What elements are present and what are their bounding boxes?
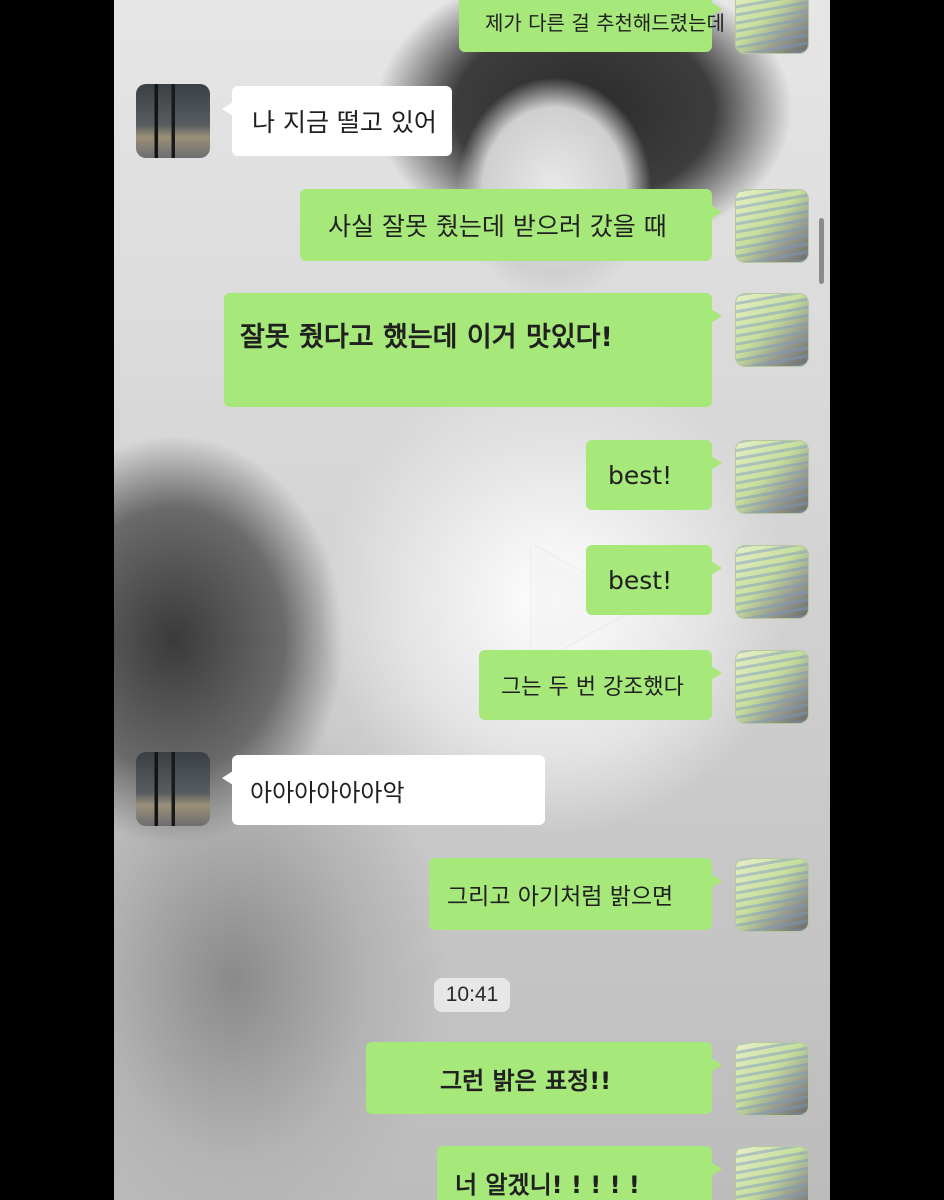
message-text: best!: [608, 460, 673, 490]
message-bubble-sent[interactable]: 그리고 아기처럼 밝으면: [429, 858, 722, 930]
message-bubble-received[interactable]: 나 지금 떨고 있어: [222, 86, 452, 156]
message-text: 나 지금 떨고 있어: [252, 108, 437, 137]
my-avatar[interactable]: [735, 858, 809, 932]
chat-screen: 제가 다른 걸 추천해드렸는데 나 지금 떨고 있어 사실 잘못 줬는데 받으러…: [114, 0, 830, 1200]
message-text: 아아아아아아악: [250, 778, 405, 807]
message-bubble-received[interactable]: 아아아아아아악: [222, 755, 545, 825]
message-bubble-sent[interactable]: 제가 다른 걸 추천해드렸는데: [459, 0, 725, 52]
friend-avatar[interactable]: [136, 84, 210, 158]
scrollbar[interactable]: [819, 218, 824, 284]
message-text: 너 알겠니! ! ! ! !: [455, 1170, 640, 1199]
message-text: 잘못 줬다고 했는데 이거 맛있다!: [240, 322, 613, 353]
my-avatar[interactable]: [735, 293, 809, 367]
message-text: 사실 잘못 줬는데 받으러 갔을 때: [328, 212, 667, 241]
message-text: 그리고 아기처럼 밝으면: [447, 884, 674, 910]
message-bubble-sent[interactable]: 너 알겠니! ! ! ! !: [437, 1146, 722, 1200]
my-avatar[interactable]: [735, 440, 809, 514]
my-avatar[interactable]: [735, 189, 809, 263]
message-bubble-sent[interactable]: 그런 밝은 표정!!: [366, 1042, 722, 1114]
my-avatar[interactable]: [735, 1146, 809, 1200]
message-text: 그는 두 번 강조했다: [501, 675, 684, 700]
message-text: 제가 다른 걸 추천해드렸는데: [485, 10, 725, 35]
message-bubble-sent[interactable]: 잘못 줬다고 했는데 이거 맛있다!: [224, 293, 722, 407]
message-bubble-sent[interactable]: best!: [586, 545, 722, 615]
message-bubble-sent[interactable]: 그는 두 번 강조했다: [479, 650, 722, 720]
my-avatar[interactable]: [735, 1042, 809, 1116]
message-bubble-sent[interactable]: best!: [586, 440, 722, 510]
my-avatar[interactable]: [735, 650, 809, 724]
friend-avatar[interactable]: [136, 752, 210, 826]
my-avatar[interactable]: [735, 545, 809, 619]
message-text: best!: [608, 565, 673, 595]
message-text: 그런 밝은 표정!!: [440, 1066, 612, 1095]
message-bubble-sent[interactable]: 사실 잘못 줬는데 받으러 갔을 때: [300, 189, 722, 261]
my-avatar[interactable]: [735, 0, 809, 54]
timestamp-badge: 10:41: [434, 978, 510, 1012]
